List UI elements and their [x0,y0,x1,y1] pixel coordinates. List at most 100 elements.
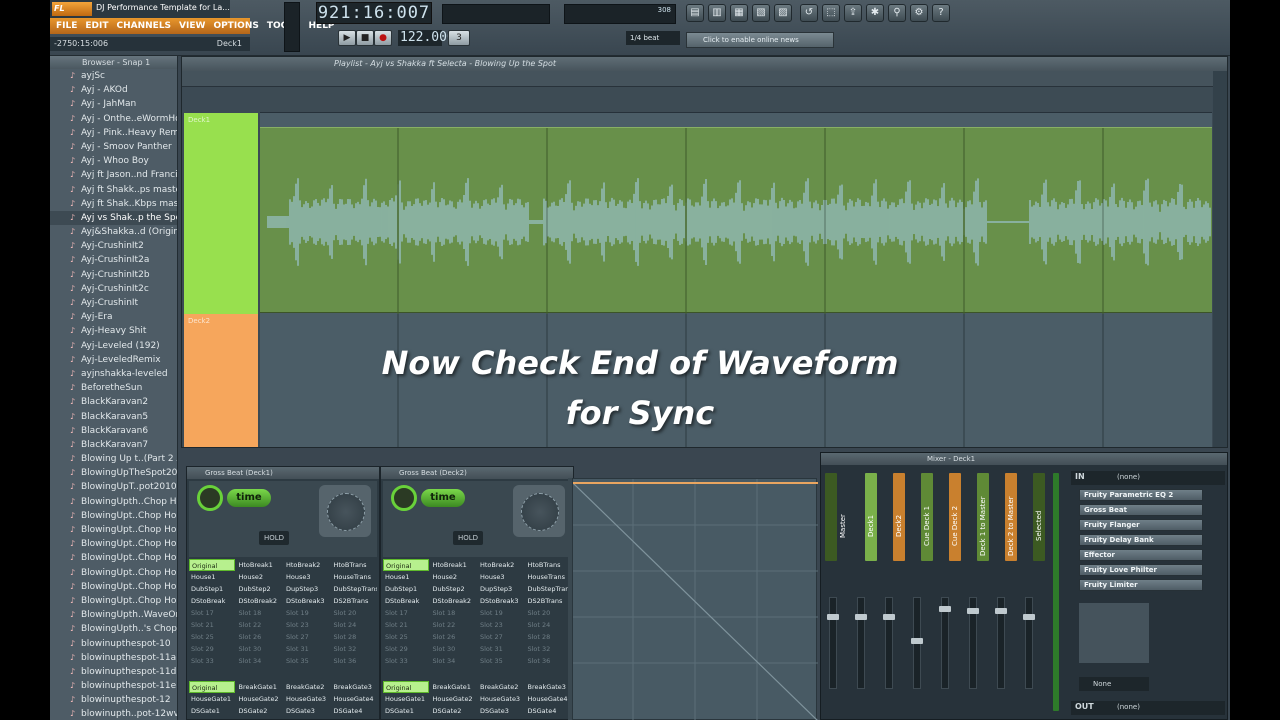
preset-slot[interactable]: Slot 29 [189,643,235,655]
mix-knob[interactable] [319,485,371,537]
tools-icon[interactable]: ✱ [866,4,884,22]
browser-item[interactable]: BlowingUpth..'s Chop Hop [50,622,177,636]
mixer-icon[interactable]: ▨ [774,4,792,22]
step-sequencer-icon[interactable]: ▥ [708,4,726,22]
preset-slot[interactable]: DSGate4 [332,705,378,717]
preset-slot[interactable]: Slot 26 [431,631,477,643]
playlist-icon[interactable]: ▤ [686,4,704,22]
preset-slot[interactable]: HtoBreak1 [237,559,283,571]
browser-item[interactable]: Ayj ft Jason..nd Francisco [50,168,177,182]
preset-slot[interactable]: DSGate1 [383,705,429,717]
preset-slot[interactable]: House1 [189,571,235,583]
preset-slot[interactable]: Slot 35 [478,655,524,667]
preset-slot[interactable]: DS2BTrans [526,595,572,607]
preset-slot[interactable]: Original [189,559,235,571]
preset-slot[interactable]: Slot 20 [332,607,378,619]
browser-item[interactable]: Ayj - Pink..Heavy Remix) [50,126,177,140]
preset-slot[interactable]: DSGate4 [526,705,572,717]
play-button[interactable]: ▶ [338,30,356,46]
preset-slot[interactable]: Slot 28 [526,631,572,643]
preset-slot[interactable]: House3 [284,571,330,583]
record-button[interactable]: ● [374,30,392,46]
preset-slot[interactable]: Slot 22 [237,619,283,631]
preset-slot[interactable]: Slot 19 [478,607,524,619]
preset-slot[interactable]: HouseGate3 [478,693,524,705]
preset-slot[interactable]: HouseTrans [332,571,378,583]
browser-item[interactable]: Ayj-CrushinIt2b [50,268,177,282]
snap-selector[interactable]: 1/4 beat [626,31,680,45]
timeline-ruler[interactable] [260,87,1212,113]
preset-slot[interactable]: Slot 34 [431,655,477,667]
fx-slot-1[interactable]: Fruity Parametric EQ 2 [1079,489,1203,501]
time-mode-button[interactable]: time [421,489,465,507]
playlist-scrollbar[interactable] [1213,71,1227,447]
preset-slot[interactable]: Slot 32 [332,643,378,655]
preset-slot[interactable]: House2 [431,571,477,583]
browser-item[interactable]: Ayj ft Shak..Kbps master) [50,197,177,211]
fader-deck1-master[interactable] [967,597,979,689]
pattern-selector[interactable]: 3 [448,30,470,46]
hold-button[interactable]: HOLD [259,531,289,545]
preset-slot[interactable]: Slot 35 [284,655,330,667]
browser-item[interactable]: blowinupthespot-11e [50,679,177,693]
browser-item[interactable]: Ayj-Heavy Shit [50,324,177,338]
fx-slot-2[interactable]: Gross Beat [1079,504,1203,516]
browser-item[interactable]: Ayj-CrushinIt2a [50,253,177,267]
preset-slot[interactable]: DStoBreak3 [284,595,330,607]
track-deck1[interactable]: Deck1 [184,113,258,314]
search-icon[interactable]: ⚲ [888,4,906,22]
preset-slot[interactable]: HouseGate2 [237,693,283,705]
browser-item[interactable]: BlowingUpt..Chop Hop4g [50,580,177,594]
browser-item[interactable]: BlowingUpth..WaveOnly [50,608,177,622]
piano-roll-icon[interactable]: ▦ [730,4,748,22]
online-news-button[interactable]: Click to enable online news [686,32,834,48]
preset-slot[interactable]: Slot 23 [284,619,330,631]
preset-slot[interactable]: BreakGate3 [526,681,572,693]
preset-slot[interactable]: BreakGate2 [284,681,330,693]
fader-master[interactable] [827,597,839,689]
preset-slot[interactable]: DSGate1 [189,705,235,717]
preset-slot[interactable]: Slot 28 [332,631,378,643]
preset-slot[interactable]: Slot 31 [284,643,330,655]
preset-slot[interactable]: DSGate3 [478,705,524,717]
preset-slot[interactable]: Slot 31 [478,643,524,655]
time-knob[interactable] [391,485,417,511]
master-volume-slider[interactable] [284,2,300,52]
browser-item[interactable]: Ayj-CrushinIt2c [50,282,177,296]
preset-slot[interactable]: Slot 36 [332,655,378,667]
preset-slot[interactable]: Slot 17 [189,607,235,619]
browser-item[interactable]: BlowingUpt..Chop Hop4 [50,509,177,523]
preset-slot[interactable]: Original [383,559,429,571]
preset-slot[interactable]: Slot 33 [189,655,235,667]
browser-item[interactable]: blowinupthespot-11d [50,665,177,679]
channel-rack-icon[interactable]: ▧ [752,4,770,22]
mixer-strip-master[interactable] [825,473,837,561]
hold-button[interactable]: HOLD [453,531,483,545]
browser-item[interactable]: blowinupthespot-11a [50,651,177,665]
preset-slot[interactable]: HtoBreak2 [478,559,524,571]
fader-selected[interactable] [1023,597,1035,689]
browser-item[interactable]: Ayj - AKOd [50,83,177,97]
mix-knob[interactable] [513,485,565,537]
preset-slot[interactable]: DS2BTrans [332,595,378,607]
preset-slot[interactable]: Slot 21 [383,619,429,631]
preset-slot[interactable]: BreakGate3 [332,681,378,693]
preset-slot[interactable]: BreakGate1 [431,681,477,693]
preset-slot[interactable]: HtoBreak2 [284,559,330,571]
browser-item[interactable]: Ayj vs Shak..p the Spot [50,210,177,226]
preset-slot[interactable]: Slot 34 [237,655,283,667]
preset-slot[interactable]: DubStep2 [431,583,477,595]
browser-item[interactable]: Ayj - Whoo Boy [50,154,177,168]
save-icon[interactable]: ⬚ [822,4,840,22]
preset-slot[interactable]: BreakGate2 [478,681,524,693]
fader-cue1[interactable] [911,597,923,689]
browser-item[interactable]: blowinupthespot-12 [50,693,177,707]
preset-slot[interactable]: DubStep1 [383,583,429,595]
preset-slot[interactable]: House1 [383,571,429,583]
browser-item[interactable]: BlackKaravan7 [50,438,177,452]
preset-slot[interactable]: DubStep2 [237,583,283,595]
preset-slot[interactable]: Original [383,681,429,693]
preset-slot[interactable]: DStoBreak [189,595,235,607]
preset-slot[interactable]: HouseGate1 [189,693,235,705]
browser-item[interactable]: BlowingUpt..Chop Hop4h [50,594,177,608]
